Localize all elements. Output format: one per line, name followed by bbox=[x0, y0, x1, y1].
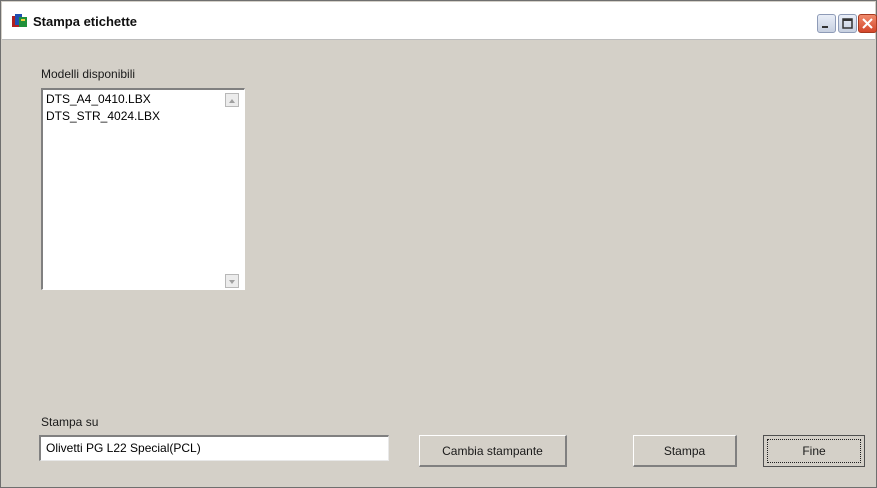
close-icon bbox=[862, 18, 873, 29]
end-button-label: Fine bbox=[767, 439, 861, 463]
maximize-icon bbox=[842, 18, 853, 29]
printer-field[interactable]: Olivetti PG L22 Special(PCL) bbox=[39, 435, 389, 461]
minimize-button[interactable] bbox=[817, 14, 836, 33]
scroll-down-button[interactable] bbox=[225, 274, 239, 288]
window-title: Stampa etichette bbox=[33, 14, 138, 29]
models-listbox[interactable]: DTS_A4_0410.LBX DTS_STR_4024.LBX bbox=[41, 88, 245, 290]
end-button[interactable]: Fine bbox=[763, 435, 865, 467]
list-item[interactable]: DTS_STR_4024.LBX bbox=[46, 109, 160, 123]
close-button[interactable] bbox=[858, 14, 877, 33]
arrow-down-icon bbox=[229, 280, 235, 284]
print-button[interactable]: Stampa bbox=[633, 435, 737, 467]
app-icon bbox=[12, 14, 27, 27]
dialog-window: Stampa etichette Modelli disponibili DTS… bbox=[0, 0, 877, 488]
change-printer-button[interactable]: Cambia stampante bbox=[419, 435, 567, 467]
minimize-icon bbox=[822, 26, 828, 28]
maximize-button[interactable] bbox=[838, 14, 857, 33]
models-label: Modelli disponibili bbox=[41, 67, 136, 81]
arrow-up-icon bbox=[229, 99, 235, 103]
list-item[interactable]: DTS_A4_0410.LBX bbox=[46, 92, 151, 106]
printer-label: Stampa su bbox=[41, 415, 99, 429]
scroll-up-button[interactable] bbox=[225, 93, 239, 107]
title-bar[interactable]: Stampa etichette bbox=[2, 2, 877, 40]
